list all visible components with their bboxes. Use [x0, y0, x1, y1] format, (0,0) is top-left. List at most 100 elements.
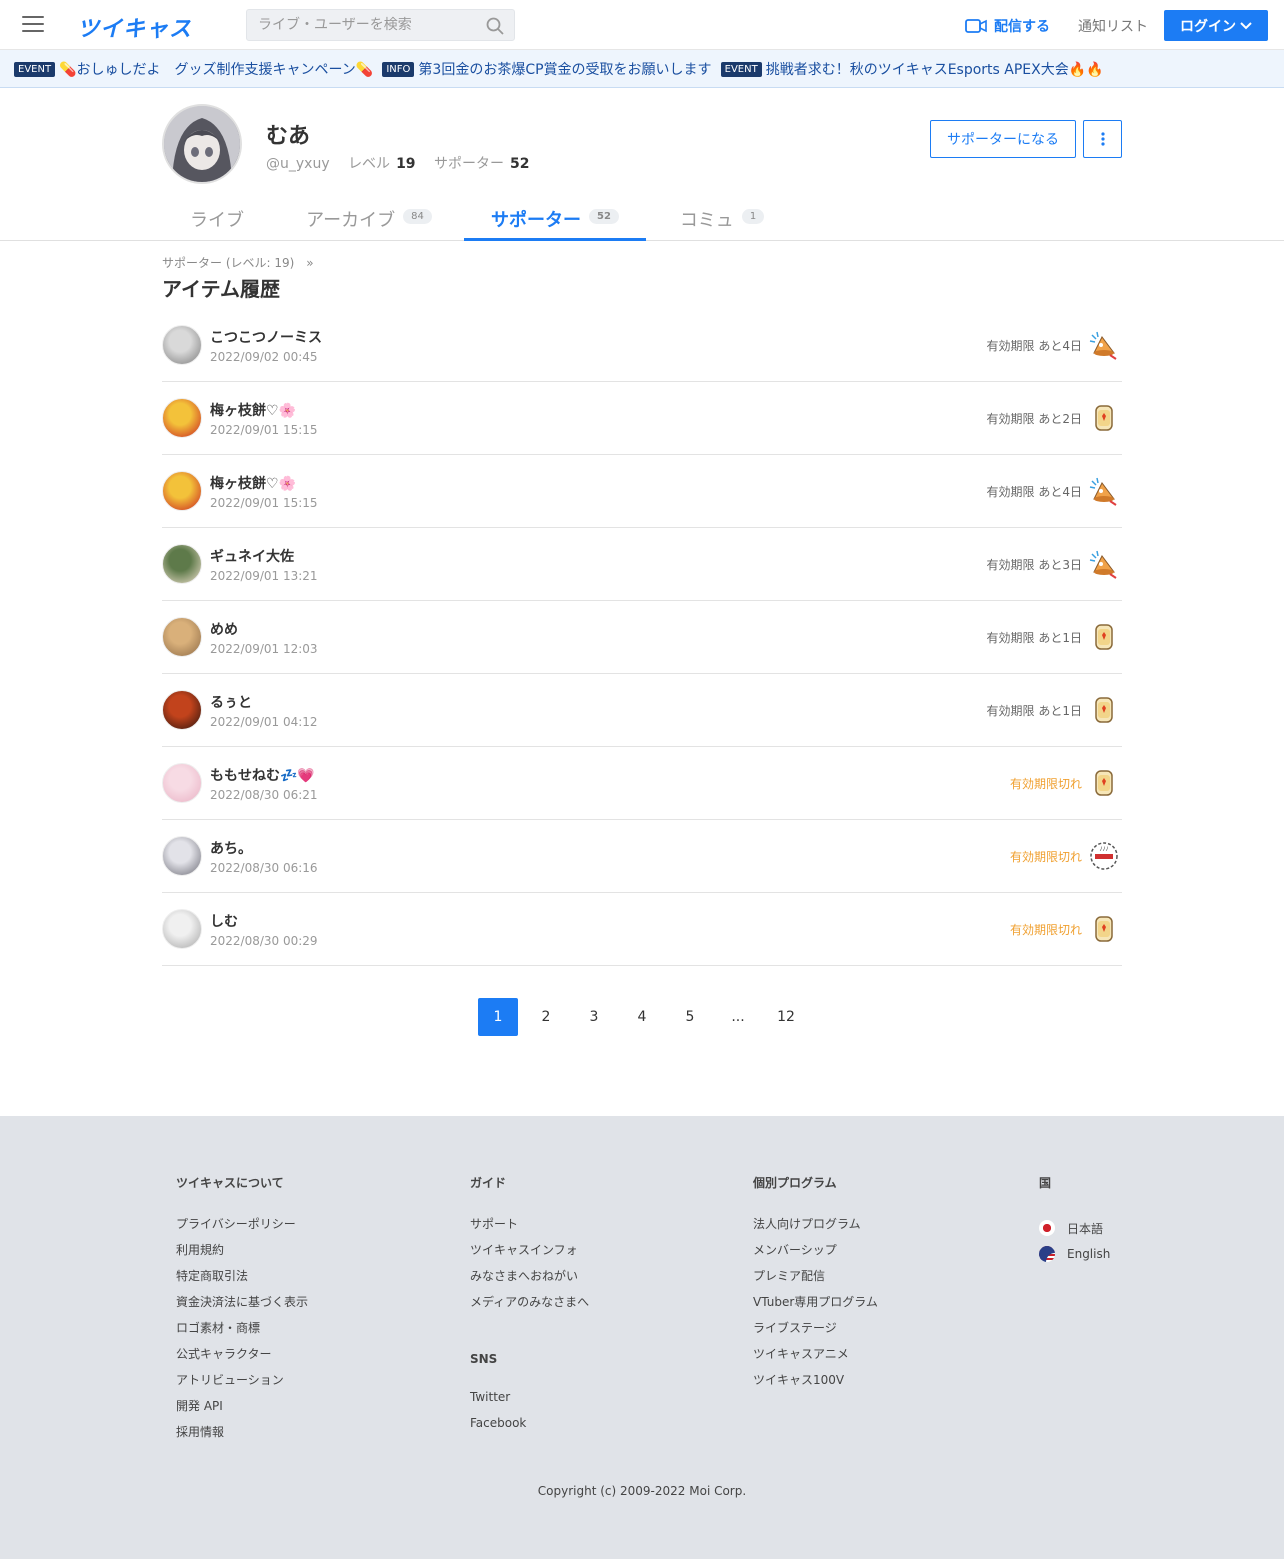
user-avatar[interactable] [162, 398, 202, 438]
vertical-dots-icon [1100, 132, 1105, 146]
language-japanese[interactable]: 日本語 [1039, 1215, 1110, 1241]
search-input[interactable] [247, 10, 472, 40]
megaphone-icon [1088, 548, 1120, 580]
footer-link[interactable]: 資金決済法に基づく表示 [176, 1293, 308, 1319]
login-button[interactable]: ログイン [1164, 10, 1268, 41]
footer-link[interactable]: プライバシーポリシー [176, 1215, 308, 1241]
page-button[interactable]: 1 [478, 998, 518, 1036]
ticker-text: 💊おしゅしだよ グッズ制作支援キャンペーン💊 [59, 62, 374, 78]
item-date: 2022/09/01 15:15 [210, 496, 318, 510]
footer-column-country: 国日本語 English [1039, 1174, 1110, 1267]
list-item[interactable]: こつこつノーミス 2022/09/02 00:45 有効期限 あと4日 [162, 309, 1122, 382]
tab-supporter[interactable]: サポーター 52 [464, 196, 646, 241]
item-history-list: こつこつノーミス 2022/09/02 00:45 有効期限 あと4日梅ヶ枝餅♡🌸 2… [162, 309, 1122, 966]
become-supporter-button[interactable]: サポーターになる [930, 120, 1076, 158]
expiry-status: 有効期限 あと1日 [986, 631, 1082, 645]
user-name[interactable]: 梅ヶ枝餅♡🌸 [210, 473, 296, 493]
page-button[interactable]: 12 [766, 998, 806, 1036]
footer-link[interactable]: 公式キャラクター [176, 1345, 308, 1371]
footer-link[interactable]: メンバーシップ [753, 1241, 878, 1267]
ticker-text: 第3回金のお茶爆CP賞金の受取をお願いします [418, 62, 712, 78]
user-name[interactable]: ももせねむ💤💗 [210, 765, 315, 785]
tab-count: 52 [589, 209, 619, 224]
footer-link[interactable]: ツイキャス100V [753, 1371, 878, 1397]
footer-link[interactable]: ロゴ素材・商標 [176, 1319, 308, 1345]
footer-link[interactable]: VTuber専用プログラム [753, 1293, 878, 1319]
footer-link[interactable]: アトリビューション [176, 1371, 308, 1397]
breadcrumb[interactable]: サポーター (レベル: 19) » [162, 254, 314, 271]
profile-name: むあ [266, 124, 311, 149]
user-avatar[interactable] [162, 836, 202, 876]
ticker-item[interactable]: EVENT 💊おしゅしだよ グッズ制作支援キャンペーン💊 [14, 59, 373, 79]
user-avatar[interactable] [162, 763, 202, 803]
more-options-button[interactable] [1083, 120, 1122, 158]
notification-list-link[interactable]: 通知リスト [1078, 16, 1148, 36]
ticker-item[interactable]: INFO 第3回金のお茶爆CP賞金の受取をお願いします [382, 59, 712, 79]
page-button[interactable]: 4 [622, 998, 662, 1036]
user-avatar[interactable] [162, 617, 202, 657]
footer-link[interactable]: サポート [470, 1215, 589, 1241]
footer-link[interactable]: 特定商取引法 [176, 1267, 308, 1293]
list-item[interactable]: ギュネイ大佐 2022/09/01 13:21 有効期限 あと3日 [162, 528, 1122, 601]
footer-column-guide: ガイド サポート ツイキャスインフォ みなさまへおねがい メディアのみなさまへ [470, 1174, 589, 1319]
footer-link[interactable]: 法人向けプログラム [753, 1215, 878, 1241]
footer-link[interactable]: ライブステージ [753, 1319, 878, 1345]
footer-link[interactable]: Facebook [470, 1416, 526, 1442]
user-name[interactable]: るぅと [210, 692, 252, 712]
footer-link[interactable]: メディアのみなさまへ [470, 1293, 589, 1319]
stamp-icon: ﾉﾉﾉ [1088, 840, 1120, 872]
footer-link[interactable]: ツイキャスインフォ [470, 1241, 589, 1267]
megaphone-icon [1088, 475, 1120, 507]
list-item[interactable]: しむ 2022/08/30 00:29 有効期限切れ [162, 893, 1122, 966]
hamburger-menu-icon[interactable] [22, 16, 44, 34]
footer-link[interactable]: みなさまへおねがい [470, 1267, 589, 1293]
tab-community[interactable]: コミュ 1 [660, 196, 784, 241]
ticker-item[interactable]: EVENT 挑戦者求む！秋のツイキャスEsports APEX大会🔥🔥 [720, 59, 1104, 79]
language-label: 日本語 [1067, 1221, 1104, 1236]
user-avatar[interactable] [162, 325, 202, 365]
page-button[interactable]: 2 [526, 998, 566, 1036]
item-date: 2022/09/01 15:15 [210, 423, 318, 437]
footer-link[interactable]: 採用情報 [176, 1423, 308, 1449]
site-logo[interactable]: ツイキャス [77, 11, 192, 43]
user-name[interactable]: こつこつノーミス [210, 327, 322, 347]
list-item[interactable]: 梅ヶ枝餅♡🌸 2022/09/01 15:15 有効期限 あと4日 [162, 455, 1122, 528]
user-name[interactable]: ギュネイ大佐 [210, 546, 294, 566]
user-avatar[interactable] [162, 471, 202, 511]
expiry-status: 有効期限 あと1日 [986, 704, 1082, 718]
user-name[interactable]: あち。 [210, 838, 252, 858]
footer-link[interactable]: Twitter [470, 1390, 526, 1416]
footer-link[interactable]: プレミア配信 [753, 1267, 878, 1293]
footer-link[interactable]: 利用規約 [176, 1241, 308, 1267]
tab-archive[interactable]: アーカイブ 84 [284, 196, 454, 241]
user-name[interactable]: しむ [210, 911, 238, 931]
ticker-badge: INFO [382, 62, 415, 77]
profile-handle: @u_yxuy [266, 156, 330, 172]
profile-avatar[interactable] [162, 104, 242, 184]
footer-link[interactable]: ツイキャスアニメ [753, 1345, 878, 1371]
user-name[interactable]: 梅ヶ枝餅♡🌸 [210, 400, 296, 420]
footer-column-programs: 個別プログラム 法人向けプログラム メンバーシップ プレミア配信 VTuber専用プログ… [753, 1174, 878, 1397]
footer-link[interactable]: 開発 API [176, 1397, 308, 1423]
list-item[interactable]: あち。 2022/08/30 06:16 有効期限切れ ﾉﾉﾉ [162, 820, 1122, 893]
user-avatar[interactable] [162, 690, 202, 730]
language-english[interactable]: English [1039, 1241, 1110, 1267]
user-avatar[interactable] [162, 909, 202, 949]
list-item[interactable]: 梅ヶ枝餅♡🌸 2022/09/01 15:15 有効期限 あと2日 [162, 382, 1122, 455]
list-item[interactable]: るぅと 2022/09/01 04:12 有効期限 あと1日 [162, 674, 1122, 747]
item-date: 2022/08/30 06:21 [210, 788, 318, 802]
page-button[interactable]: 5 [670, 998, 710, 1036]
tab-live[interactable]: ライブ [162, 196, 272, 241]
search-box [246, 9, 515, 41]
profile-avatar-image [164, 106, 240, 182]
japan-flag-icon [1039, 1220, 1055, 1236]
user-avatar[interactable] [162, 544, 202, 584]
page-button[interactable]: 3 [574, 998, 614, 1036]
list-item[interactable]: めめ 2022/09/01 12:03 有効期限 あと1日 [162, 601, 1122, 674]
list-item[interactable]: ももせねむ💤💗 2022/08/30 06:21 有効期限切れ [162, 747, 1122, 820]
tea-cup-icon [1088, 621, 1120, 653]
search-icon[interactable] [486, 17, 504, 35]
broadcast-link[interactable]: 配信する [965, 16, 1050, 36]
tea-cup-icon [1088, 767, 1120, 799]
user-name[interactable]: めめ [210, 619, 238, 639]
